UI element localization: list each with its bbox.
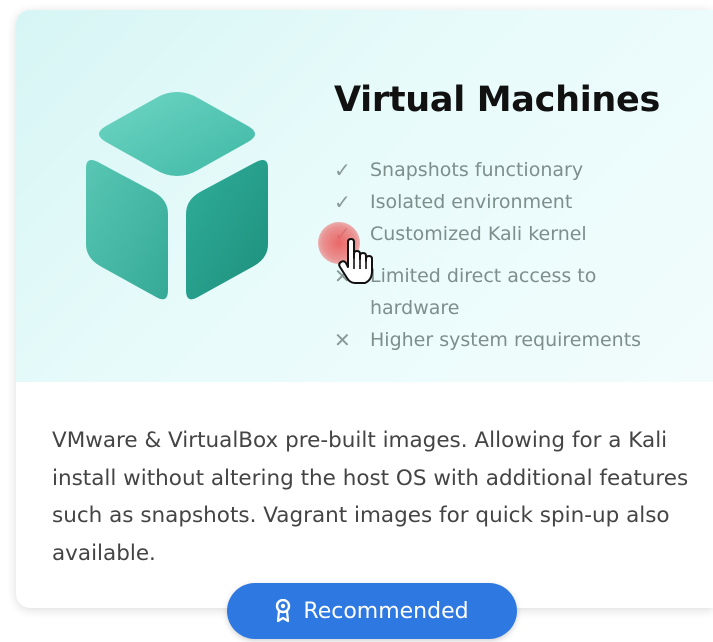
virtual-machines-card[interactable]: Virtual Machines ✓ Snapshots functionary… — [16, 10, 713, 608]
feature-text: Higher system requirements — [370, 329, 642, 351]
card-description: VMware & VirtualBox pre-built images. Al… — [52, 428, 689, 566]
feature-text: Customized Kali kernel — [370, 223, 587, 245]
card-title: Virtual Machines — [334, 80, 660, 120]
recommended-badge[interactable]: Recommended — [227, 583, 517, 639]
check-icon: ✓ — [334, 158, 351, 182]
feature-item: ✕ Higher system requirements — [334, 324, 694, 356]
feature-list: ✓ Snapshots functionary ✓ Isolated envir… — [334, 154, 694, 356]
feature-item: ✓ Snapshots functionary — [334, 154, 694, 186]
badge-label: Recommended — [303, 598, 469, 624]
feature-text: Isolated environment — [370, 191, 573, 213]
check-icon: ✓ — [334, 190, 351, 214]
award-ribbon-icon — [276, 599, 291, 623]
card-hero: Virtual Machines ✓ Snapshots functionary… — [16, 10, 713, 382]
feature-item: ✓ Isolated environment — [334, 186, 694, 218]
cross-icon: ✕ — [334, 328, 351, 352]
feature-text: Snapshots functionary — [370, 159, 584, 181]
cube-icon — [86, 92, 268, 300]
feature-item: ✓ Customized Kali kernel — [334, 218, 694, 250]
feature-item: ✕ Limited direct access to hardware — [334, 260, 694, 324]
hand-pointer-icon — [338, 238, 373, 284]
feature-text: Limited direct access to hardware — [370, 265, 597, 319]
